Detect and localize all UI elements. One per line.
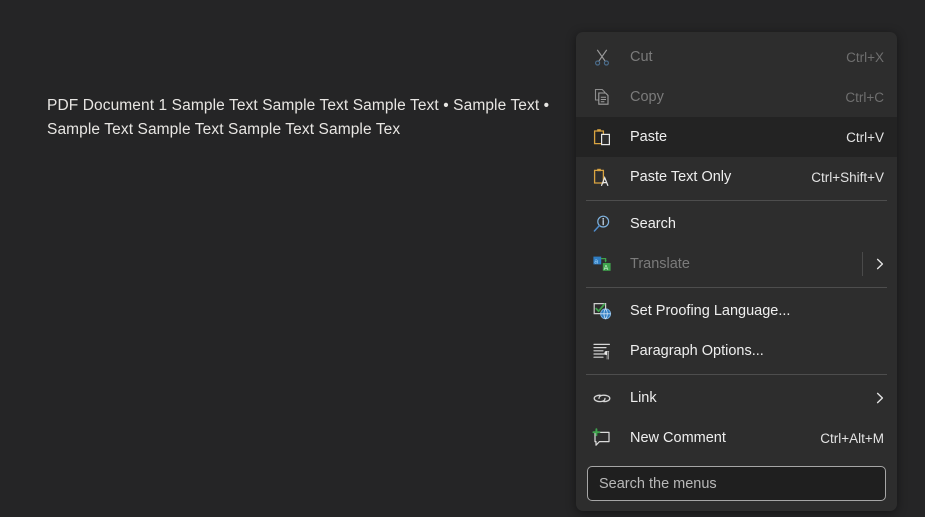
menu-item-paragraph-options[interactable]: ¶ Paragraph Options... xyxy=(576,331,897,371)
menu-item-icon-cell xyxy=(586,299,618,323)
menu-item-label: Paste xyxy=(618,129,846,145)
menu-item-icon-cell: ¶ xyxy=(586,339,618,363)
menu-item-shortcut: Ctrl+V xyxy=(846,130,897,145)
paste-text-icon xyxy=(592,167,612,187)
submenu-expand-translate[interactable] xyxy=(863,257,897,271)
menu-item-icon-cell xyxy=(586,426,618,450)
menu-item-shortcut: Ctrl+Alt+M xyxy=(820,431,897,446)
menu-item-translate: a A Translate xyxy=(576,244,897,284)
proofing-language-icon xyxy=(592,301,612,321)
menu-item-label: Paste Text Only xyxy=(618,169,811,185)
scissors-icon xyxy=(592,47,612,67)
svg-text:¶: ¶ xyxy=(604,349,609,361)
menu-item-icon-cell xyxy=(586,386,618,410)
menu-item-label: Paragraph Options... xyxy=(618,343,884,359)
paste-icon xyxy=(592,127,612,147)
menu-item-icon-cell xyxy=(586,85,618,109)
svg-text:a: a xyxy=(594,259,598,266)
menu-item-icon-cell xyxy=(586,45,618,69)
context-menu: CutCtrl+X CopyCtrl+C PasteCtrl+V Paste T… xyxy=(576,32,897,511)
menu-item-icon-cell xyxy=(586,212,618,236)
menu-item-cut: CutCtrl+X xyxy=(576,37,897,77)
menu-item-label: Copy xyxy=(618,89,845,105)
menu-separator xyxy=(586,200,887,201)
search-info-icon xyxy=(592,214,612,234)
menu-separator xyxy=(586,287,887,288)
menu-item-search[interactable]: Search xyxy=(576,204,897,244)
menu-item-label: Search xyxy=(618,216,884,232)
search-menus-input[interactable]: Search the menus xyxy=(587,466,886,501)
menu-item-label: Cut xyxy=(618,49,846,65)
menu-item-link[interactable]: Link xyxy=(576,378,897,418)
menu-item-paste-text-only[interactable]: Paste Text OnlyCtrl+Shift+V xyxy=(576,157,897,197)
chevron-right-icon xyxy=(873,257,887,271)
search-menus-placeholder: Search the menus xyxy=(599,476,717,492)
menu-item-shortcut: Ctrl+X xyxy=(846,50,897,65)
menu-item-label: New Comment xyxy=(618,430,820,446)
menu-item-label: Link xyxy=(618,390,855,406)
app-root: PDF Document 1 Sample Text Sample Text S… xyxy=(0,0,925,517)
menu-item-set-proofing-language[interactable]: Set Proofing Language... xyxy=(576,291,897,331)
svg-text:A: A xyxy=(604,265,609,272)
menu-item-new-comment[interactable]: New CommentCtrl+Alt+M xyxy=(576,418,897,458)
translate-icon: a A xyxy=(592,254,612,274)
menu-item-icon-cell xyxy=(586,165,618,189)
chevron-right-icon xyxy=(873,391,887,405)
document-body-text: PDF Document 1 Sample Text Sample Text S… xyxy=(47,94,577,142)
link-icon xyxy=(592,388,612,408)
menu-separator xyxy=(586,374,887,375)
menu-item-label: Translate xyxy=(618,256,855,272)
copy-icon xyxy=(592,87,612,107)
paragraph-options-icon: ¶ xyxy=(592,341,612,361)
menu-item-label: Set Proofing Language... xyxy=(618,303,884,319)
menu-item-icon-cell xyxy=(586,125,618,149)
menu-item-icon-cell: a A xyxy=(586,252,618,276)
submenu-expand-link[interactable] xyxy=(863,391,897,405)
menu-item-shortcut: Ctrl+C xyxy=(845,90,897,105)
search-menus-container: Search the menus xyxy=(576,458,897,505)
new-comment-icon xyxy=(592,428,612,448)
menu-item-copy: CopyCtrl+C xyxy=(576,77,897,117)
menu-item-paste[interactable]: PasteCtrl+V xyxy=(576,117,897,157)
menu-item-shortcut: Ctrl+Shift+V xyxy=(811,170,897,185)
